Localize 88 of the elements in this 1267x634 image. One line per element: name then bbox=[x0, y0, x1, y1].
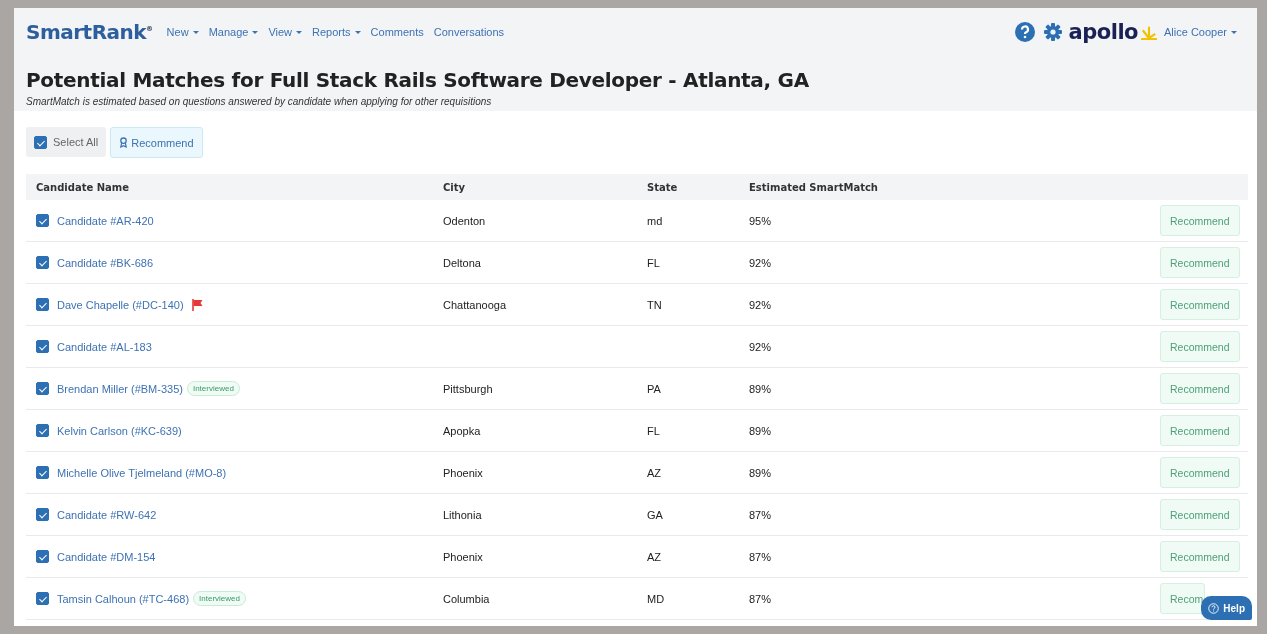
user-menu[interactable]: Alice Cooper bbox=[1164, 26, 1237, 38]
table-cell-text: Lithonia bbox=[442, 508, 483, 521]
table-cell-text: TN bbox=[646, 298, 663, 311]
table-cell-text: AZ bbox=[646, 550, 663, 563]
nav-link[interactable]: New bbox=[166, 26, 199, 38]
recommend-button[interactable]: Recommend bbox=[1160, 541, 1240, 572]
table-cell-text: Phoenix bbox=[442, 466, 484, 479]
recommend-button[interactable]: Recommend bbox=[1160, 289, 1240, 320]
candidate-link[interactable]: Candidate #RW-642 bbox=[57, 508, 157, 521]
nav-link[interactable]: Reports bbox=[312, 26, 361, 38]
select-all-button[interactable]: Select All bbox=[26, 127, 107, 157]
candidate-link[interactable]: Dave Chapelle (#DC-140) bbox=[57, 298, 184, 311]
caret-icon bbox=[252, 30, 259, 34]
nav-link[interactable]: Comments bbox=[370, 26, 424, 38]
table-cell-text: 92% bbox=[748, 340, 773, 353]
table-cell-text: 92% bbox=[748, 256, 773, 269]
checkbox[interactable] bbox=[36, 382, 49, 395]
table-cell-text: PA bbox=[646, 382, 662, 395]
candidate-link[interactable]: Michelle Olive Tjelmeland (#MO-8) bbox=[57, 466, 227, 479]
caret-icon bbox=[1231, 30, 1237, 34]
table-cell-text: Apopka bbox=[442, 424, 482, 437]
candidate-link[interactable]: Candidate #DM-154 bbox=[57, 550, 156, 563]
table-cell-text: Odenton bbox=[442, 214, 487, 227]
logo[interactable]: SmartRank$^{®}$ bbox=[26, 20, 153, 44]
recommend-button[interactable]: Recommend bbox=[1160, 247, 1240, 278]
table-cell-text: FL bbox=[646, 424, 661, 437]
status-tag: Interviewed bbox=[193, 591, 246, 606]
table-cell-text: 89% bbox=[748, 424, 773, 437]
recommend-button[interactable]: Recommend bbox=[110, 127, 203, 158]
checkbox[interactable] bbox=[34, 135, 47, 149]
table-cell-text: 87% bbox=[748, 550, 773, 563]
checkbox[interactable] bbox=[36, 340, 49, 353]
table-cell-text: 89% bbox=[748, 466, 773, 479]
candidate-link[interactable]: Brendan Miller (#BM-335) bbox=[57, 382, 183, 395]
candidate-link[interactable]: Kelvin Carlson (#KC-639) bbox=[57, 424, 182, 437]
table-cell-text: 87% bbox=[748, 592, 773, 605]
checkbox[interactable] bbox=[36, 508, 49, 521]
table-cell-text: Pittsburgh bbox=[442, 382, 494, 395]
table-cell-text: Deltona bbox=[442, 256, 482, 269]
table-cell-text: AZ bbox=[646, 466, 663, 479]
candidate-link[interactable]: Candidate #AR-420 bbox=[57, 214, 154, 227]
table-cell-text: Chattanooga bbox=[442, 298, 507, 311]
help-icon bbox=[1208, 602, 1220, 614]
table-cell-text: Phoenix bbox=[442, 550, 484, 563]
column-header: Candidate Name bbox=[35, 181, 131, 193]
column-header: City bbox=[442, 181, 467, 193]
caret-icon bbox=[354, 30, 361, 34]
table-cell-text: md bbox=[646, 214, 664, 227]
caret-icon bbox=[296, 30, 303, 34]
recommend-button[interactable]: Recommend bbox=[1160, 457, 1240, 488]
caret-icon bbox=[192, 30, 199, 34]
sun-icon bbox=[1140, 24, 1158, 40]
table-cell-text: 87% bbox=[748, 508, 773, 521]
award-icon bbox=[119, 137, 129, 148]
checkbox[interactable] bbox=[36, 466, 49, 479]
nav-link[interactable]: Conversations bbox=[433, 26, 505, 38]
recommend-button[interactable]: Recommend bbox=[1160, 499, 1240, 530]
table-cell-text: 92% bbox=[748, 298, 773, 311]
checkbox[interactable] bbox=[36, 214, 49, 227]
recommend-button[interactable]: Recommend bbox=[1160, 415, 1240, 446]
candidate-link[interactable]: Candidate #BK-686 bbox=[57, 256, 153, 269]
nav-link[interactable]: Manage bbox=[208, 26, 259, 38]
recommend-button[interactable]: Recommend bbox=[1160, 331, 1240, 362]
table-cell-text: GA bbox=[646, 508, 664, 521]
table-cell-text: 89% bbox=[748, 382, 773, 395]
recommend-button[interactable]: Recom bbox=[1160, 583, 1206, 614]
page-title: Potential Matches for Full Stack Rails Software Developer - Atlanta, GA bbox=[26, 68, 810, 92]
settings-icon[interactable] bbox=[1042, 22, 1063, 42]
checkbox[interactable] bbox=[36, 592, 49, 605]
table-cell-text: 95% bbox=[748, 214, 773, 227]
checkbox[interactable] bbox=[36, 424, 49, 437]
help-icon[interactable] bbox=[1014, 22, 1035, 42]
column-header: State bbox=[646, 181, 679, 193]
status-tag: Interviewed bbox=[186, 381, 240, 396]
checkbox[interactable] bbox=[36, 298, 49, 311]
nav-link[interactable]: View bbox=[268, 26, 303, 38]
table-cell-text: MD bbox=[646, 592, 666, 605]
table-cell-text: Columbia bbox=[442, 592, 491, 605]
page-subtitle: SmartMatch is estimated based on questions answered by candidate when applying for other requisitions bbox=[26, 96, 493, 107]
column-header: Estimated SmartMatch bbox=[748, 181, 879, 193]
checkbox[interactable] bbox=[36, 550, 49, 563]
candidate-link[interactable]: Candidate #AL-183 bbox=[57, 340, 152, 353]
checkbox[interactable] bbox=[36, 256, 49, 269]
candidate-link[interactable]: Tamsin Calhoun (#TC-468) bbox=[57, 592, 190, 605]
brand-logo: apollo bbox=[1068, 21, 1158, 43]
table-cell-text: FL bbox=[646, 256, 661, 269]
recommend-button[interactable]: Recommend bbox=[1160, 373, 1240, 404]
recommend-button[interactable]: Recommend bbox=[1160, 205, 1240, 236]
